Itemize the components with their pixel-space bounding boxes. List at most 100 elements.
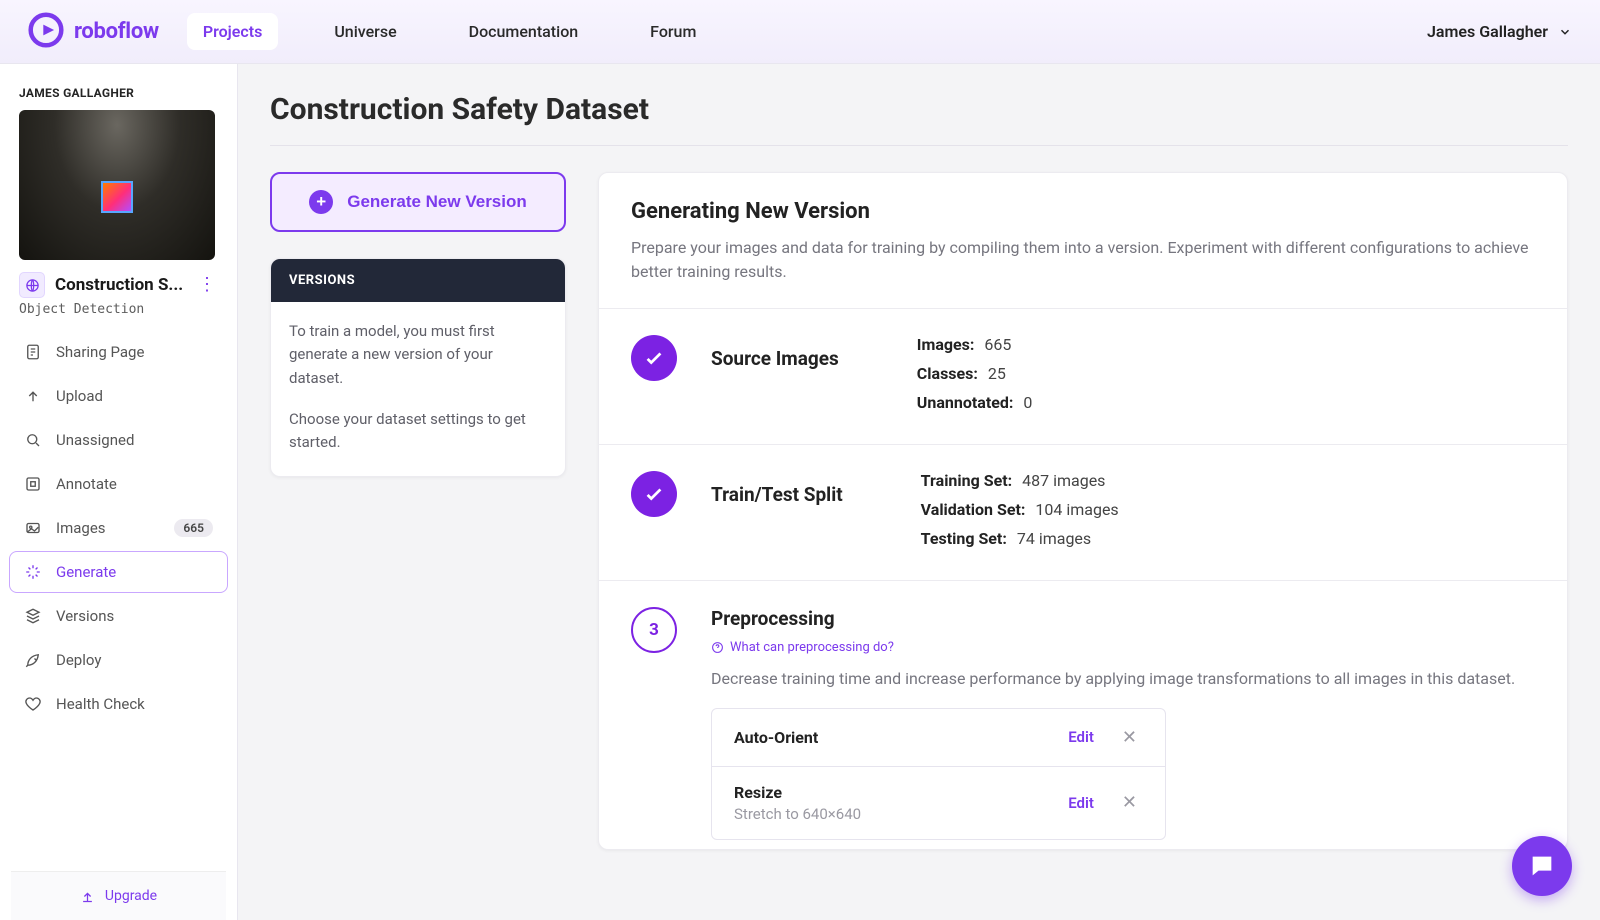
- step-3-title: Preprocessing: [711, 607, 1535, 630]
- nav-universe[interactable]: Universe: [318, 13, 412, 50]
- chat-fab[interactable]: [1512, 836, 1572, 896]
- preprocessing-help-link[interactable]: What can preprocessing do?: [711, 640, 1535, 655]
- logo[interactable]: roboflow: [28, 12, 159, 52]
- validation-set-value: 104 images: [1035, 500, 1118, 519]
- sidebar-item-label: Deploy: [56, 651, 101, 669]
- project-type-label: Object Detection: [11, 298, 226, 331]
- main-content: Construction Safety Dataset + Generate N…: [238, 64, 1600, 920]
- project-name: Construction S...: [55, 275, 186, 295]
- user-menu[interactable]: James Gallagher: [1427, 22, 1572, 41]
- upload-icon: [24, 387, 42, 405]
- page-title: Construction Safety Dataset: [270, 92, 1568, 146]
- sidebar-upload[interactable]: Upload: [9, 375, 228, 417]
- sidebar-item-label: Annotate: [56, 475, 117, 493]
- heart-icon: [24, 695, 42, 713]
- sidebar-deploy[interactable]: Deploy: [9, 639, 228, 681]
- annotate-icon: [24, 475, 42, 493]
- generate-icon: [24, 563, 42, 581]
- sidebar-item-label: Generate: [56, 563, 116, 581]
- top-nav: roboflow Projects Universe Documentation…: [0, 0, 1600, 64]
- classes-value: 25: [988, 364, 1006, 383]
- project-type-icon: [19, 272, 45, 298]
- images-count-badge: 665: [174, 519, 213, 537]
- sidebar-sharing-page[interactable]: Sharing Page: [9, 331, 228, 373]
- roboflow-logo-icon: [28, 12, 64, 52]
- op-name: Auto-Orient: [734, 728, 1068, 747]
- sidebar-images[interactable]: Images 665: [9, 507, 228, 549]
- user-name: James Gallagher: [1427, 22, 1548, 41]
- sidebar-item-label: Sharing Page: [56, 343, 144, 361]
- sidebar-item-label: Unassigned: [56, 431, 134, 449]
- sidebar-item-label: Upload: [56, 387, 103, 405]
- op-edit-button[interactable]: Edit: [1068, 728, 1094, 746]
- generate-new-version-button[interactable]: + Generate New Version: [270, 172, 566, 232]
- nav-documentation[interactable]: Documentation: [453, 13, 595, 50]
- nav-forum[interactable]: Forum: [634, 13, 712, 50]
- chat-icon: [1528, 852, 1556, 880]
- doc-icon: [24, 343, 42, 361]
- help-link-text: What can preprocessing do?: [730, 640, 894, 655]
- op-remove-button[interactable]: ✕: [1116, 725, 1143, 750]
- op-resize: Resize Stretch to 640×640 Edit ✕: [712, 766, 1165, 839]
- training-set-value: 487 images: [1022, 471, 1105, 490]
- nav-projects[interactable]: Projects: [187, 13, 279, 50]
- images-value: 665: [984, 335, 1011, 354]
- sidebar-versions[interactable]: Versions: [9, 595, 228, 637]
- help-icon: [711, 641, 724, 654]
- step-preprocessing: 3 Preprocessing What can preprocessing d…: [599, 581, 1567, 840]
- unannotated-value: 0: [1023, 393, 1032, 412]
- step-1-title: Source Images: [711, 347, 839, 370]
- sidebar-unassigned[interactable]: Unassigned: [9, 419, 228, 461]
- upgrade-icon: [80, 889, 95, 904]
- version-builder: Generating New Version Prepare your imag…: [598, 172, 1568, 850]
- testing-set-value: 74 images: [1017, 529, 1091, 548]
- op-edit-button[interactable]: Edit: [1068, 794, 1094, 812]
- generate-button-label: Generate New Version: [347, 192, 527, 212]
- validation-set-label: Validation Set:: [921, 500, 1026, 519]
- search-icon: [24, 431, 42, 449]
- left-column: + Generate New Version VERSIONS To train…: [270, 172, 566, 477]
- project-menu-button[interactable]: ⋮: [196, 274, 218, 296]
- testing-set-label: Testing Set:: [921, 529, 1007, 548]
- sidebar-item-label: Images: [56, 519, 106, 537]
- sidebar-generate[interactable]: Generate: [9, 551, 228, 593]
- op-auto-orient: Auto-Orient Edit ✕: [712, 709, 1165, 766]
- sidebar-item-label: Health Check: [56, 695, 145, 713]
- versions-icon: [24, 607, 42, 625]
- deploy-icon: [24, 651, 42, 669]
- upgrade-button[interactable]: Upgrade: [11, 871, 226, 920]
- op-name: Resize: [734, 783, 1068, 802]
- preprocessing-desc: Decrease training time and increase perf…: [711, 667, 1535, 692]
- step-1-check-icon: [631, 335, 677, 381]
- project-thumbnail[interactable]: [19, 110, 215, 260]
- versions-header: VERSIONS: [271, 259, 565, 302]
- versions-text-2: Choose your dataset settings to get star…: [289, 408, 547, 455]
- step-3-number: 3: [631, 607, 677, 653]
- preprocessing-ops: Auto-Orient Edit ✕ Resize Stretch to 640…: [711, 708, 1166, 840]
- sidebar-health-check[interactable]: Health Check: [9, 683, 228, 725]
- sidebar-annotate[interactable]: Annotate: [9, 463, 228, 505]
- images-icon: [24, 519, 42, 537]
- plus-circle-icon: +: [309, 190, 333, 214]
- op-sub: Stretch to 640×640: [734, 805, 1068, 823]
- op-remove-button[interactable]: ✕: [1116, 790, 1143, 815]
- versions-panel: VERSIONS To train a model, you must firs…: [270, 258, 566, 477]
- logo-text: roboflow: [74, 19, 159, 44]
- classes-label: Classes:: [917, 364, 978, 383]
- images-label: Images:: [917, 335, 975, 354]
- step-2-check-icon: [631, 471, 677, 517]
- workspace-owner: JAMES GALLAGHER: [11, 86, 226, 110]
- nav-links: Projects Universe Documentation Forum: [187, 13, 713, 50]
- training-set-label: Training Set:: [921, 471, 1012, 490]
- step-train-test-split[interactable]: Train/Test Split Training Set: 487 images…: [599, 445, 1567, 581]
- sidebar-item-label: Versions: [56, 607, 114, 625]
- step-2-title: Train/Test Split: [711, 483, 843, 506]
- chevron-down-icon: [1558, 25, 1572, 39]
- unannotated-label: Unannotated:: [917, 393, 1014, 412]
- intro-title: Generating New Version: [631, 199, 1535, 224]
- sidebar: JAMES GALLAGHER Construction S... ⋮ Obje…: [0, 64, 238, 920]
- versions-text-1: To train a model, you must first generat…: [289, 320, 547, 390]
- step-source-images[interactable]: Source Images Images: 665 Classes: 25 Unan…: [599, 309, 1567, 445]
- upgrade-label: Upgrade: [105, 888, 157, 904]
- intro-text: Prepare your images and data for trainin…: [631, 236, 1535, 284]
